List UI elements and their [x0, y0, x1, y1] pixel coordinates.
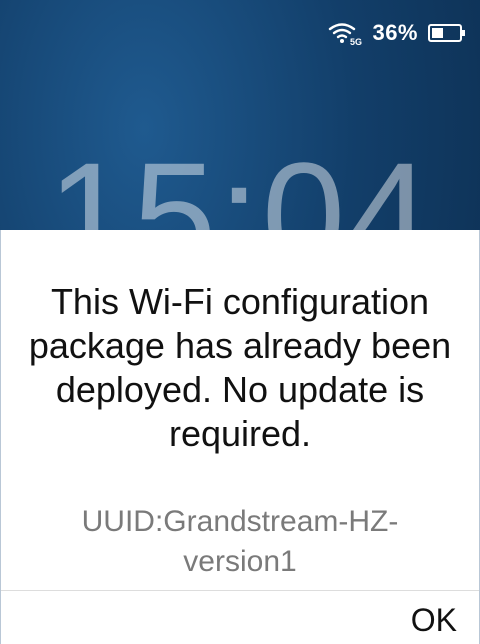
dialog-uuid: UUID:Grandstream-HZ-version1 [81, 505, 399, 578]
wifi-5g-icon: 5G [328, 20, 362, 47]
wifi-band-label: 5G [350, 37, 362, 46]
battery-icon [428, 24, 466, 42]
ok-button[interactable]: OK [411, 602, 457, 639]
dialog-message: This Wi-Fi configuration package has alr… [28, 281, 452, 454]
battery-percent: 36% [372, 20, 418, 45]
dialog-divider [1, 590, 479, 591]
wifi-config-dialog: This Wi-Fi configuration package has alr… [0, 230, 480, 644]
status-bar: 5G 36% [0, 0, 480, 66]
phone-screen: 5G 36% 15:04 This Wi-Fi configuration pa… [0, 0, 480, 644]
